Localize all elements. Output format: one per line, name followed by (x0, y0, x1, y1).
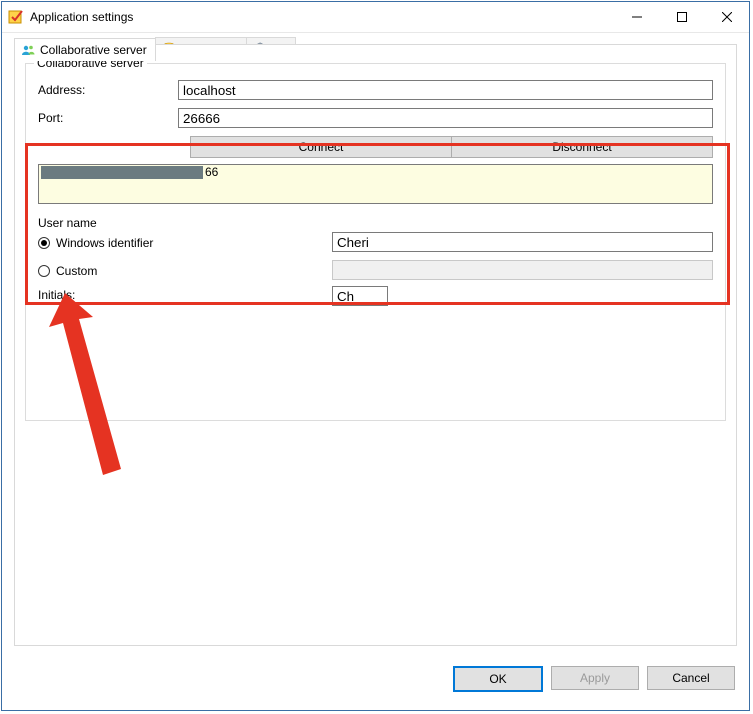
titlebar: Application settings (2, 2, 749, 33)
status-text-suffix: 66 (205, 165, 218, 179)
custom-username-input (332, 260, 713, 280)
dialog-footer: OK Apply Cancel (453, 666, 735, 692)
tab-label: Collaborative server (40, 43, 147, 57)
radio-icon (38, 265, 50, 277)
close-button[interactable] (704, 2, 749, 32)
initials-input[interactable] (332, 286, 388, 306)
apply-button: Apply (551, 666, 639, 690)
redacted-text (41, 166, 203, 179)
cancel-button[interactable]: Cancel (647, 666, 735, 690)
connection-status: 66 (38, 164, 713, 204)
collaborative-server-group: Collaborative server Address: Port: Conn… (25, 63, 726, 421)
port-label: Port: (38, 111, 178, 125)
disconnect-button[interactable]: Disconnect (451, 136, 713, 158)
radio-label: Custom (56, 264, 97, 278)
radio-icon (38, 237, 50, 249)
address-input[interactable] (178, 80, 713, 100)
port-input[interactable] (178, 108, 713, 128)
tab-collaborative-server[interactable]: Collaborative server (14, 38, 156, 61)
tab-content: Collaborative server Address: Port: Conn… (14, 44, 737, 646)
app-icon (8, 9, 24, 25)
minimize-button[interactable] (614, 2, 659, 32)
maximize-button[interactable] (659, 2, 704, 32)
radio-label: Windows identifier (56, 236, 153, 250)
ok-button[interactable]: OK (453, 666, 543, 692)
username-legend: User name (38, 216, 713, 230)
users-icon (21, 43, 35, 57)
connect-button[interactable]: Connect (190, 136, 452, 158)
username-input[interactable] (332, 232, 713, 252)
address-label: Address: (38, 83, 178, 97)
window-title: Application settings (30, 10, 133, 24)
app-settings-window: Application settings Collaborative serve… (1, 1, 750, 711)
